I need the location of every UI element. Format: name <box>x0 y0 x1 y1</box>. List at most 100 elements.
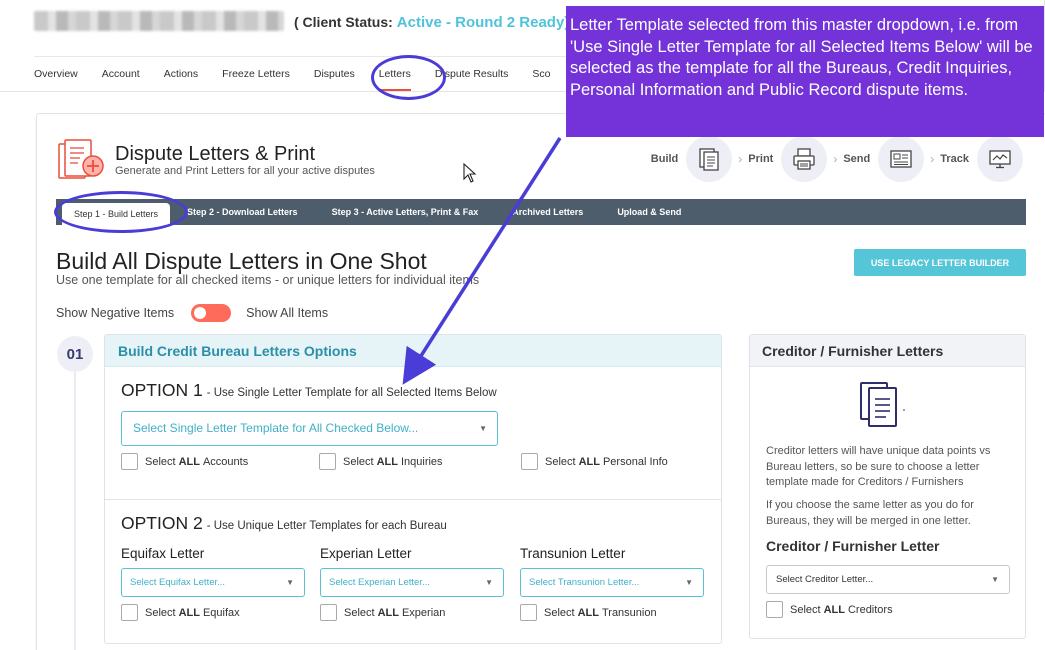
check-label-bold: ALL <box>178 455 200 468</box>
option2-desc: - Use Unique Letter Templates for each B… <box>206 520 447 532</box>
bureau-letters-panel: Build Credit Bureau Letters Options OPTI… <box>104 334 722 644</box>
select-all-transunion-row: Select ALL Transunion <box>520 604 657 621</box>
select-all-creditors-checkbox[interactable] <box>766 601 783 618</box>
creditor-merge-note: If you choose the same letter as you do … <box>766 499 974 527</box>
chevron-right-icon: › <box>833 152 838 166</box>
option1-desc: - Use Single Letter Template for all Sel… <box>206 387 497 399</box>
chevron-right-icon: › <box>738 152 743 166</box>
option2-title: OPTION 2 <box>121 513 203 533</box>
chevron-right-icon: › <box>930 152 935 166</box>
experian-letter-select[interactable]: Select Experian Letter... ▼ <box>320 568 504 597</box>
caret-down-icon: ▼ <box>286 578 294 587</box>
client-status-label: ( Client Status: <box>294 14 393 30</box>
check-label-post: Personal Info <box>602 455 668 468</box>
tab-step3-active-letters[interactable]: Step 3 - Active Letters, Print & Fax <box>315 199 496 225</box>
option1-title: OPTION 1 <box>121 380 203 400</box>
experian-select-value: Select Experian Letter... <box>329 577 430 588</box>
nav-freeze-letters[interactable]: Freeze Letters <box>222 68 290 80</box>
select-all-accounts-checkbox[interactable] <box>121 453 138 470</box>
nav-scores[interactable]: Sco <box>532 68 550 80</box>
select-all-equifax-checkbox[interactable] <box>121 604 138 621</box>
tab-step2-download-letters[interactable]: Step 2 - Download Letters <box>170 199 315 225</box>
option2-heading: OPTION 2- Use Unique Letter Templates fo… <box>121 513 447 534</box>
annotation-callout: Letter Template selected from this maste… <box>566 6 1044 137</box>
creditor-info-text: Creditor letters will have unique data p… <box>766 445 991 488</box>
nav-actions[interactable]: Actions <box>164 68 198 80</box>
check-label-post: Equifax <box>202 606 240 619</box>
check-label-post: Creditors <box>847 603 893 616</box>
monitor-chart-icon <box>977 136 1023 182</box>
mouse-cursor-icon <box>463 163 477 183</box>
check-label-bold: ALL <box>178 606 200 619</box>
workflow-step-print: Print › <box>748 136 843 182</box>
caret-down-icon: ▼ <box>479 424 487 433</box>
nav-account[interactable]: Account <box>102 68 140 80</box>
option-divider <box>105 499 721 500</box>
newspaper-icon <box>878 136 925 182</box>
dispute-letters-icon <box>58 139 104 179</box>
equifax-select-value: Select Equifax Letter... <box>130 577 226 588</box>
document-stack-icon <box>686 136 733 182</box>
workflow-step-build: Build › <box>651 136 749 182</box>
transunion-letter-label: Transunion Letter <box>520 546 626 561</box>
client-name-redacted <box>34 11 284 31</box>
equifax-letter-select[interactable]: Select Equifax Letter... ▼ <box>121 568 305 597</box>
creditor-panel-title: Creditor / Furnisher Letters <box>750 335 1025 367</box>
printer-icon <box>781 136 828 182</box>
client-status: ( Client Status: Active - Round 2 Ready) <box>294 14 569 31</box>
creditor-letter-select[interactable]: Select Creditor Letter... ▼ <box>766 565 1010 594</box>
check-label-pre: Select <box>343 455 374 468</box>
select-all-inquiries-checkbox[interactable] <box>319 453 336 470</box>
select-all-personal-info-checkbox[interactable] <box>521 453 538 470</box>
check-label-pre: Select <box>344 606 375 619</box>
select-all-inquiries-row: Select ALL Inquiries <box>319 453 443 470</box>
letter-steps-tabs: Step 1 - Build Letters Step 2 - Download… <box>56 199 1026 225</box>
check-label-post: Experian <box>401 606 446 619</box>
client-nav: Overview Account Actions Freeze Letters … <box>34 68 574 91</box>
check-label-bold: ALL <box>376 455 398 468</box>
select-all-personal-info-row: Select ALL Personal Info <box>521 453 668 470</box>
toggle-label-all: Show All Items <box>246 306 329 320</box>
select-all-creditors-row: Select ALL Creditors <box>766 601 893 618</box>
item-filter-toggle-row: Show Negative Items Show All Items <box>56 304 328 322</box>
creditor-select-value: Select Creditor Letter... <box>776 574 874 585</box>
caret-down-icon: ▼ <box>485 578 493 587</box>
app-stage: ( Client Status: Active - Round 2 Ready) … <box>0 0 1045 650</box>
check-label-pre: Select <box>544 606 575 619</box>
page-title: Dispute Letters & Print <box>115 143 316 165</box>
check-label-pre: Select <box>545 455 576 468</box>
bureau-panel-title: Build Credit Bureau Letters Options <box>105 335 721 367</box>
tab-upload-send[interactable]: Upload & Send <box>600 199 698 225</box>
equifax-letter-label: Equifax Letter <box>121 546 205 561</box>
workflow-step-track: Track <box>940 136 1023 182</box>
transunion-select-value: Select Transunion Letter... <box>529 577 640 588</box>
workflow-label: Build <box>650 153 679 165</box>
experian-letter-label: Experian Letter <box>320 546 412 561</box>
select-all-accounts-row: Select ALL Accounts <box>121 453 248 470</box>
caret-down-icon: ▼ <box>685 578 693 587</box>
step-timeline-line <box>74 372 76 650</box>
build-section-subtitle: Use one template for all checked items -… <box>56 273 480 287</box>
select-all-transunion-checkbox[interactable] <box>520 604 537 621</box>
nav-disputes[interactable]: Disputes <box>314 68 355 80</box>
creditor-letters-panel: Creditor / Furnisher Letters Creditor le… <box>749 334 1026 639</box>
step1-highlight-ring <box>54 191 188 233</box>
legacy-letter-builder-button[interactable]: USE LEGACY LETTER BUILDER <box>854 249 1026 276</box>
toggle-label-negative: Show Negative Items <box>56 306 175 320</box>
check-label-post: Transunion <box>601 606 657 619</box>
nav-overview[interactable]: Overview <box>34 68 78 80</box>
select-all-experian-checkbox[interactable] <box>320 604 337 621</box>
workflow-label: Print <box>748 153 774 165</box>
workflow-step-send: Send › <box>843 136 940 182</box>
single-template-select[interactable]: Select Single Letter Template for All Ch… <box>121 411 498 446</box>
check-label-bold: ALL <box>377 606 399 619</box>
page-subtitle: Generate and Print Letters for all your … <box>115 165 375 177</box>
show-items-toggle[interactable] <box>191 304 232 322</box>
build-section-title: Build All Dispute Letters in One Shot <box>56 248 427 274</box>
check-label-bold: ALL <box>577 606 599 619</box>
check-label-bold: ALL <box>578 455 600 468</box>
tab-archived-letters[interactable]: Archived Letters <box>495 199 600 225</box>
step-number-badge: 01 <box>57 336 93 372</box>
creditor-letter-label: Creditor / Furnisher Letter <box>766 538 940 554</box>
transunion-letter-select[interactable]: Select Transunion Letter... ▼ <box>520 568 704 597</box>
